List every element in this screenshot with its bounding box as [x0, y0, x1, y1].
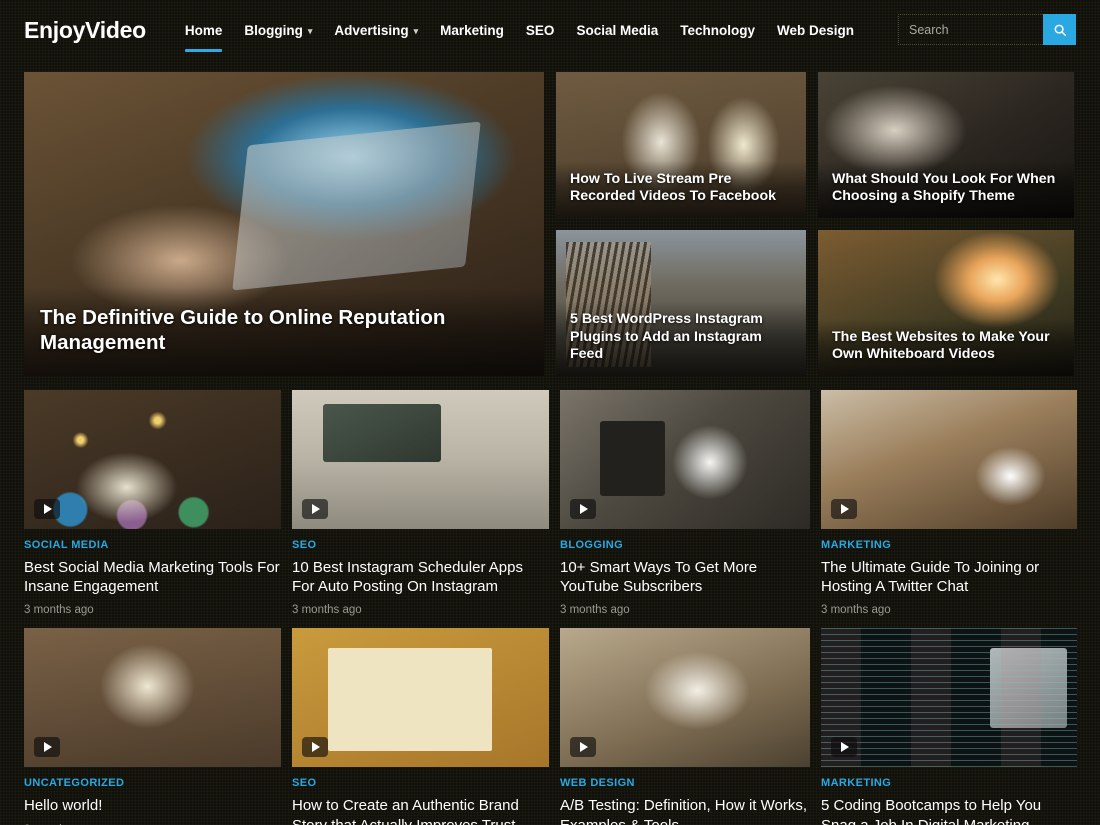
play-icon[interactable]: [831, 499, 857, 519]
post-card[interactable]: BLOGGING 10+ Smart Ways To Get More YouT…: [560, 390, 810, 616]
post-title[interactable]: Best Social Media Marketing Tools For In…: [24, 558, 281, 596]
play-icon[interactable]: [570, 737, 596, 758]
post-thumbnail[interactable]: [821, 390, 1077, 529]
post-card[interactable]: SEO How to Create an Authentic Brand Sto…: [292, 628, 549, 825]
post-card[interactable]: WEB DESIGN A/B Testing: Definition, How …: [560, 628, 810, 825]
post-date: 3 months ago: [821, 604, 891, 617]
post-category[interactable]: UNCATEGORIZED: [24, 777, 281, 789]
post-title[interactable]: How to Create an Authentic Brand Story t…: [292, 796, 549, 825]
search-icon: [1054, 24, 1066, 36]
play-icon[interactable]: [302, 499, 328, 519]
post-thumbnail[interactable]: [821, 628, 1077, 768]
post-category[interactable]: BLOGGING: [560, 539, 810, 551]
nav-label: Blogging: [244, 22, 303, 38]
site-logo[interactable]: EnjoyVideo: [24, 17, 146, 44]
post-category[interactable]: WEB DESIGN: [560, 777, 810, 789]
post-card[interactable]: MARKETING 5 Coding Bootcamps to Help You…: [821, 628, 1077, 825]
post-card[interactable]: MARKETING The Ultimate Guide To Joining …: [821, 390, 1077, 616]
featured-hero-card[interactable]: The Definitive Guide to Online Reputatio…: [24, 72, 544, 376]
chevron-down-icon: ▾: [413, 25, 419, 36]
nav-label: SEO: [525, 22, 555, 38]
thumbnail-image: [292, 628, 549, 768]
featured-section: The Definitive Guide to Online Reputatio…: [0, 72, 1100, 376]
nav-label: Web Design: [776, 22, 854, 38]
nav-item-technology[interactable]: Technology: [669, 3, 766, 58]
site-header: EnjoyVideo Home Blogging ▾ Advertising ▾…: [0, 0, 1100, 60]
post-category[interactable]: MARKETING: [821, 777, 1077, 789]
post-category[interactable]: SEO: [292, 777, 549, 789]
thumbnail-image: [24, 628, 281, 768]
post-title[interactable]: 10+ Smart Ways To Get More YouTube Subsc…: [560, 558, 810, 596]
post-title[interactable]: 5 Coding Bootcamps to Help You Snag a Jo…: [821, 796, 1077, 825]
featured-tile-3[interactable]: 5 Best WordPress Instagram Plugins to Ad…: [556, 230, 806, 376]
nav-label: Social Media: [576, 22, 659, 38]
nav-label: Advertising: [334, 22, 409, 38]
post-title[interactable]: A/B Testing: Definition, How it Works, E…: [560, 796, 810, 825]
post-thumbnail[interactable]: [24, 628, 281, 768]
search-button[interactable]: [1043, 14, 1076, 45]
featured-column-2: What Should You Look For When Choosing a…: [818, 72, 1074, 376]
nav-label: Technology: [680, 22, 755, 38]
post-thumbnail[interactable]: [560, 390, 810, 529]
main-navigation: Home Blogging ▾ Advertising ▾ Marketing …: [174, 3, 865, 58]
post-card[interactable]: SOCIAL MEDIA Best Social Media Marketing…: [24, 390, 281, 616]
nav-item-web-design[interactable]: Web Design: [766, 3, 865, 58]
play-icon[interactable]: [570, 499, 596, 519]
nav-label: Marketing: [440, 22, 504, 38]
play-icon[interactable]: [831, 737, 857, 758]
play-icon[interactable]: [34, 499, 60, 519]
post-thumbnail[interactable]: [292, 628, 549, 768]
play-icon[interactable]: [302, 737, 328, 758]
nav-item-social-media[interactable]: Social Media: [565, 3, 669, 58]
post-date: 3 months ago: [24, 604, 94, 617]
featured-tile-2[interactable]: What Should You Look For When Choosing a…: [818, 72, 1074, 218]
nav-item-marketing[interactable]: Marketing: [429, 3, 515, 58]
tile-title: The Best Websites to Make Your Own White…: [818, 318, 1074, 376]
post-category[interactable]: SOCIAL MEDIA: [24, 539, 281, 551]
search-form: [898, 14, 1076, 45]
post-date: 3 months ago: [560, 604, 630, 617]
post-thumbnail[interactable]: [24, 390, 281, 529]
post-thumbnail[interactable]: [560, 628, 810, 768]
nav-item-home[interactable]: Home: [174, 3, 234, 58]
tile-title: 5 Best WordPress Instagram Plugins to Ad…: [556, 300, 806, 376]
search-input[interactable]: [898, 14, 1043, 45]
nav-item-blogging[interactable]: Blogging ▾: [233, 3, 323, 58]
chevron-down-icon: ▾: [307, 25, 313, 36]
tile-title: How To Live Stream Pre Recorded Videos T…: [556, 160, 806, 218]
nav-label: Home: [184, 22, 223, 38]
post-card[interactable]: SEO 10 Best Instagram Scheduler Apps For…: [292, 390, 549, 616]
tile-title: What Should You Look For When Choosing a…: [818, 160, 1074, 218]
post-title[interactable]: 10 Best Instagram Scheduler Apps For Aut…: [292, 558, 549, 596]
thumbnail-image: [821, 628, 1077, 768]
post-category[interactable]: SEO: [292, 539, 549, 551]
post-card[interactable]: UNCATEGORIZED Hello world! 3 months ago: [24, 628, 281, 825]
nav-item-seo[interactable]: SEO: [515, 3, 566, 58]
post-date: 3 months ago: [292, 604, 362, 617]
nav-item-advertising[interactable]: Advertising ▾: [323, 3, 429, 58]
thumbnail-image: [292, 390, 549, 529]
featured-tile-1[interactable]: How To Live Stream Pre Recorded Videos T…: [556, 72, 806, 218]
post-thumbnail[interactable]: [292, 390, 549, 529]
thumbnail-image: [24, 390, 281, 529]
post-category[interactable]: MARKETING: [821, 539, 1077, 551]
post-grid: SOCIAL MEDIA Best Social Media Marketing…: [0, 390, 1100, 825]
thumbnail-image: [821, 390, 1077, 529]
play-icon[interactable]: [34, 737, 60, 758]
featured-column-1: How To Live Stream Pre Recorded Videos T…: [556, 72, 806, 376]
thumbnail-image: [560, 628, 810, 768]
thumbnail-image: [560, 390, 810, 529]
hero-title: The Definitive Guide to Online Reputatio…: [24, 286, 544, 376]
post-title[interactable]: Hello world!: [24, 796, 281, 815]
post-title[interactable]: The Ultimate Guide To Joining or Hosting…: [821, 558, 1077, 596]
featured-tile-4[interactable]: The Best Websites to Make Your Own White…: [818, 230, 1074, 376]
